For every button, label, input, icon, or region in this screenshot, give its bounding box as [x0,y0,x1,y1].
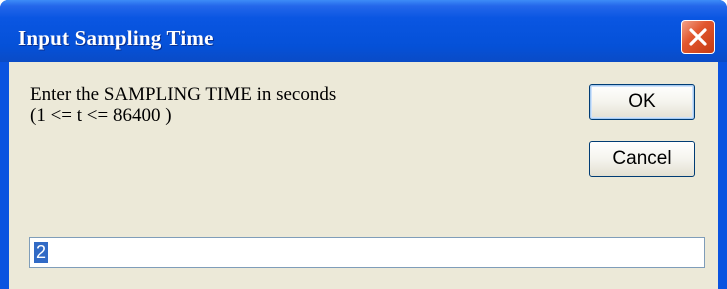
dialog-body: Enter the SAMPLING TIME in seconds (1 <=… [9,62,718,289]
sampling-time-input[interactable]: 2 [29,237,705,268]
title-bar[interactable]: Input Sampling Time [0,0,727,62]
ok-button-label: OK [628,91,656,112]
cancel-button[interactable]: Cancel [589,141,695,177]
range-hint-text: (1 <= t <= 86400 ) [30,105,172,126]
cancel-button-label: Cancel [612,148,672,169]
close-button[interactable] [681,20,715,54]
ok-button[interactable]: OK [589,84,695,120]
close-x-icon [689,28,707,46]
window-title: Input Sampling Time [18,26,214,50]
input-dialog-window: Input Sampling Time Enter the SAMPLING T… [0,0,727,289]
selected-input-text: 2 [34,242,49,263]
prompt-text: Enter the SAMPLING TIME in seconds [30,84,337,105]
